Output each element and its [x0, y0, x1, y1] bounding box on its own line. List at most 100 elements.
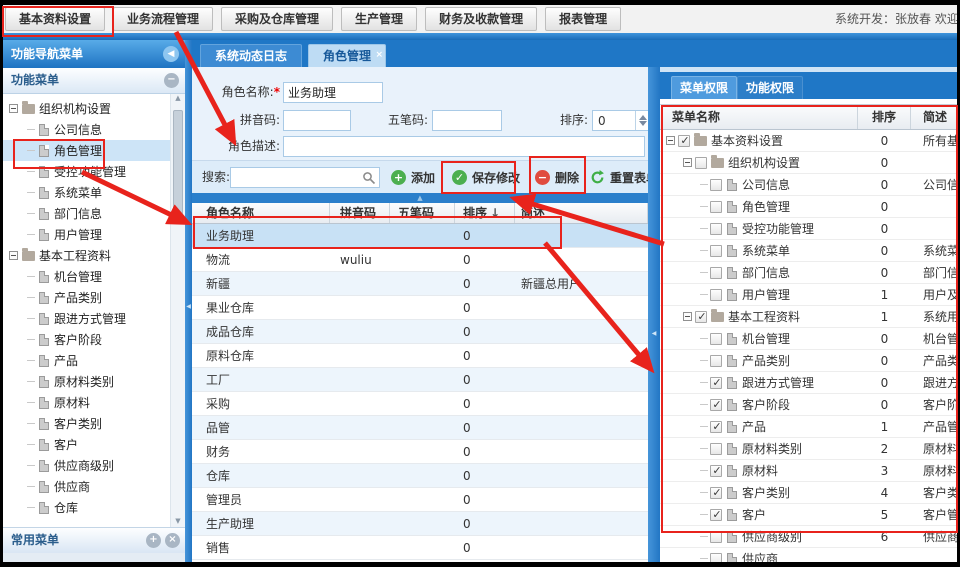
right-splitter[interactable]: ◀: [648, 67, 660, 562]
permission-tree-row[interactable]: 原材料3原材料: [660, 460, 957, 482]
table-row[interactable]: 生产助理0: [192, 512, 648, 536]
permission-header-cell[interactable]: 简述: [911, 105, 957, 129]
permission-tab[interactable]: 菜单权限: [671, 76, 737, 99]
tree-expand-icon[interactable]: [9, 251, 18, 260]
sidebar-tree-item[interactable]: 用户管理: [3, 224, 185, 245]
save-button[interactable]: ✓保存修改: [452, 167, 520, 188]
sidebar-tree-item[interactable]: 客户阶段: [3, 329, 185, 350]
sidebar-tree-item[interactable]: 产品: [3, 350, 185, 371]
sidebar-collapse-icon[interactable]: ◀: [163, 46, 179, 62]
table-row[interactable]: 果业仓库0: [192, 296, 648, 320]
table-row[interactable]: 业务助理0: [192, 224, 648, 248]
tree-expand-icon[interactable]: [666, 136, 675, 145]
sidebar-tree-item[interactable]: 角色管理: [3, 140, 185, 161]
permission-checkbox[interactable]: [695, 311, 707, 323]
permission-tree-row[interactable]: 供应商级别6供应商: [660, 526, 957, 548]
permission-checkbox[interactable]: [710, 487, 722, 499]
sidebar-tree-item[interactable]: 供应商: [3, 476, 185, 497]
sidebar-tree-item[interactable]: 产品类别: [3, 287, 185, 308]
tree-expand-icon[interactable]: [9, 104, 18, 113]
scrollbar-thumb[interactable]: [173, 110, 183, 215]
table-header-cell[interactable]: 排序↓: [455, 203, 515, 223]
permission-header-cell[interactable]: 菜单名称: [660, 105, 858, 129]
table-row[interactable]: 财务0: [192, 440, 648, 464]
splitter-chevron-left-icon[interactable]: ◀: [185, 303, 192, 310]
pinyin-field[interactable]: [283, 110, 351, 131]
top-menu-item[interactable]: 采购及仓库管理: [221, 7, 333, 31]
permission-checkbox[interactable]: [710, 245, 722, 257]
tab-inactive[interactable]: 系统动态日志: [200, 44, 302, 67]
permission-checkbox[interactable]: [710, 223, 722, 235]
permission-tree-row[interactable]: 跟进方式管理0跟进方: [660, 372, 957, 394]
permission-tree-row[interactable]: 部门信息0部门信: [660, 262, 957, 284]
footer-add-icon[interactable]: +: [146, 533, 161, 548]
permission-tree-row[interactable]: 产品1产品管: [660, 416, 957, 438]
table-row[interactable]: 品管0: [192, 416, 648, 440]
search-input[interactable]: [230, 167, 380, 188]
permission-checkbox[interactable]: [710, 333, 722, 345]
permission-checkbox[interactable]: [710, 421, 722, 433]
add-button[interactable]: +添加: [391, 167, 435, 188]
top-menu-item[interactable]: 业务流程管理: [113, 7, 213, 31]
permission-tree-row[interactable]: 基本资料设置0所有基: [660, 130, 957, 152]
permission-tree-row[interactable]: 原材料类别2原材料: [660, 438, 957, 460]
table-row[interactable]: 物流wuliu0: [192, 248, 648, 272]
permission-tree-row[interactable]: 客户5客户管: [660, 504, 957, 526]
permission-tree-row[interactable]: 受控功能管理0: [660, 218, 957, 240]
permission-tree-row[interactable]: 机台管理0机台管: [660, 328, 957, 350]
sidebar-tree-item[interactable]: 机台管理: [3, 266, 185, 287]
permission-checkbox[interactable]: [710, 465, 722, 477]
permission-checkbox[interactable]: [710, 355, 722, 367]
sidebar-tree-item[interactable]: 公司信息: [3, 119, 185, 140]
delete-button[interactable]: −删除: [535, 167, 579, 188]
table-row[interactable]: 原料仓库0: [192, 344, 648, 368]
permission-tree-row[interactable]: 角色管理0: [660, 196, 957, 218]
table-row[interactable]: 管理员0: [192, 488, 648, 512]
scroll-up-icon[interactable]: ▲: [175, 94, 180, 102]
permission-header-cell[interactable]: 排序: [858, 105, 911, 129]
left-splitter[interactable]: ◀: [185, 40, 192, 562]
sort-stepper[interactable]: 0: [592, 110, 650, 131]
sidebar-tree-item[interactable]: 受控功能管理: [3, 161, 185, 182]
sidebar-tree-item[interactable]: 基本工程资料: [3, 245, 185, 266]
permission-checkbox[interactable]: [710, 443, 722, 455]
permission-checkbox[interactable]: [710, 289, 722, 301]
footer-close-icon[interactable]: ×: [165, 533, 180, 548]
splitter-chevron-icon[interactable]: ◀: [648, 330, 660, 337]
sidebar-tree-item[interactable]: 供应商级别: [3, 455, 185, 476]
permission-checkbox[interactable]: [710, 509, 722, 521]
sidebar-tree-item[interactable]: 原材料: [3, 392, 185, 413]
sidebar-tree-item[interactable]: 组织机构设置: [3, 98, 185, 119]
wubi-field[interactable]: [432, 110, 502, 131]
permission-checkbox[interactable]: [710, 377, 722, 389]
table-header-cell[interactable]: 简述: [515, 203, 648, 223]
sidebar-tree-item[interactable]: 客户类别: [3, 413, 185, 434]
sidebar-tree-item[interactable]: 跟进方式管理: [3, 308, 185, 329]
table-header-cell[interactable]: 拼音码: [330, 203, 390, 223]
permission-tree-row[interactable]: 产品类别0产品类: [660, 350, 957, 372]
permission-tab[interactable]: 功能权限: [737, 76, 803, 99]
permission-checkbox[interactable]: [710, 553, 722, 563]
table-row[interactable]: 工厂0: [192, 368, 648, 392]
permission-checkbox[interactable]: [710, 399, 722, 411]
table-row[interactable]: 采购0: [192, 392, 648, 416]
sidebar-tree-item[interactable]: 部门信息: [3, 203, 185, 224]
permission-tree-row[interactable]: 组织机构设置0: [660, 152, 957, 174]
top-menu-item[interactable]: 报表管理: [545, 7, 621, 31]
tab-active[interactable]: 角色管理×: [308, 44, 386, 67]
sidebar-footer-bar[interactable]: 常用菜单 + ×: [3, 527, 185, 553]
permission-tree-row[interactable]: 公司信息0公司信: [660, 174, 957, 196]
table-row[interactable]: 成品仓库0: [192, 320, 648, 344]
permission-tree-row[interactable]: 基本工程资料1系统用: [660, 306, 957, 328]
permission-checkbox[interactable]: [710, 531, 722, 543]
table-row[interactable]: 新疆0新疆总用户: [192, 272, 648, 296]
grid-collapse-strip[interactable]: ▲: [192, 193, 648, 203]
table-row[interactable]: 销售0: [192, 536, 648, 560]
sidebar-tree-item[interactable]: 客户: [3, 434, 185, 455]
permission-tree-row[interactable]: 客户类别4客户类: [660, 482, 957, 504]
permission-checkbox[interactable]: [710, 267, 722, 279]
sidebar-tree-item[interactable]: 原材料类别: [3, 371, 185, 392]
permission-checkbox[interactable]: [695, 157, 707, 169]
permission-checkbox[interactable]: [710, 201, 722, 213]
role-desc-field[interactable]: [283, 136, 645, 157]
